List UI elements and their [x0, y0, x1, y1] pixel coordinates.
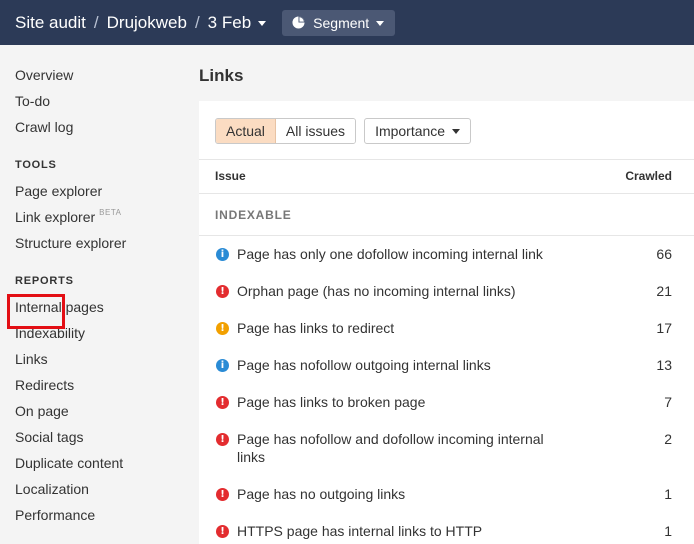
crawled-count[interactable]: 1 — [664, 522, 672, 540]
sidebar-item-structure-explorer[interactable]: Structure explorer — [15, 235, 126, 251]
sidebar-heading-tools: TOOLS — [15, 159, 57, 171]
sidebar-item-page-explorer[interactable]: Page explorer — [15, 183, 102, 199]
highlight-annotation-box — [7, 294, 65, 329]
crawled-count[interactable]: 13 — [656, 356, 672, 374]
chevron-down-icon — [452, 129, 461, 134]
issue-name[interactable]: Page has links to redirect — [237, 319, 567, 337]
importance-dropdown[interactable]: Importance — [364, 118, 472, 144]
divider — [199, 235, 694, 236]
breadcrumb-separator: / — [194, 12, 200, 32]
error-icon: ! — [216, 396, 229, 409]
crawled-count[interactable]: 7 — [664, 393, 672, 411]
sidebar-item-on-page[interactable]: On page — [15, 403, 69, 419]
error-icon: ! — [216, 285, 229, 298]
sidebar-item-overview[interactable]: Overview — [15, 67, 73, 83]
group-label-indexable: INDEXABLE — [215, 208, 292, 222]
date-dropdown[interactable]: 3 Feb — [207, 12, 267, 33]
sidebar-item-duplicate-content[interactable]: Duplicate content — [15, 455, 123, 471]
page-title: Links — [199, 66, 244, 85]
info-icon: i — [216, 359, 229, 372]
breadcrumb-separator: / — [93, 12, 99, 32]
sidebar-item-links[interactable]: Links — [15, 351, 48, 367]
sidebar-item-social-tags[interactable]: Social tags — [15, 429, 83, 445]
crawled-count[interactable]: 17 — [656, 319, 672, 337]
filter-bar: Actual All issues Importance — [215, 118, 472, 144]
segment-label: Segment — [313, 14, 370, 31]
issue-name[interactable]: Page has no outgoing links — [237, 485, 567, 503]
filter-all-issues-button[interactable]: All issues — [275, 119, 356, 143]
sidebar-item-performance[interactable]: Performance — [15, 507, 95, 523]
issue-name[interactable]: Page has links to broken page — [237, 393, 567, 411]
breadcrumb-site-audit[interactable]: Site audit — [15, 13, 86, 33]
issue-name[interactable]: Page has nofollow outgoing internal link… — [237, 356, 567, 374]
issue-name[interactable]: Page has only one dofollow incoming inte… — [237, 245, 567, 263]
issue-filter-toggle: Actual All issues — [215, 118, 357, 144]
warning-icon: ! — [216, 322, 229, 335]
sidebar-item-link-explorer[interactable]: Link explorer BETA — [15, 208, 122, 225]
breadcrumb-project[interactable]: Drujokweb — [107, 13, 187, 33]
issue-name[interactable]: Page has nofollow and dofollow incoming … — [237, 430, 557, 466]
sidebar-item-todo[interactable]: To-do — [15, 93, 50, 109]
issues-panel: Actual All issues Importance Issue Crawl… — [199, 101, 694, 544]
beta-badge: BETA — [99, 208, 122, 217]
sidebar-item-crawl-log[interactable]: Crawl log — [15, 119, 73, 135]
segment-button[interactable]: Segment — [282, 9, 396, 36]
info-icon: i — [216, 248, 229, 261]
sidebar-item-localization[interactable]: Localization — [15, 481, 89, 497]
column-header-crawled[interactable]: Crawled — [625, 169, 672, 183]
top-bar: Site audit / Drujokweb / 3 Feb Segment — [0, 0, 694, 45]
error-icon: ! — [216, 488, 229, 501]
issue-name[interactable]: Orphan page (has no incoming internal li… — [237, 282, 567, 300]
column-header-issue[interactable]: Issue — [215, 169, 246, 183]
chevron-down-icon — [258, 21, 267, 26]
crawled-count[interactable]: 2 — [664, 430, 672, 448]
sidebar-heading-reports: REPORTS — [15, 275, 74, 287]
crawled-count[interactable]: 1 — [664, 485, 672, 503]
error-icon: ! — [216, 525, 229, 538]
sidebar-item-label: Link explorer — [15, 209, 96, 225]
crawled-count[interactable]: 21 — [656, 282, 672, 300]
error-icon: ! — [216, 433, 229, 446]
pie-chart-icon — [292, 16, 305, 29]
filter-actual-button[interactable]: Actual — [216, 119, 276, 143]
sidebar-item-redirects[interactable]: Redirects — [15, 377, 74, 393]
issue-name[interactable]: HTTPS page has internal links to HTTP — [237, 522, 567, 540]
chevron-down-icon — [376, 21, 385, 26]
divider — [199, 193, 694, 194]
importance-label: Importance — [375, 123, 446, 139]
date-label: 3 Feb — [207, 12, 252, 32]
crawled-count[interactable]: 66 — [656, 245, 672, 263]
divider — [199, 159, 694, 160]
